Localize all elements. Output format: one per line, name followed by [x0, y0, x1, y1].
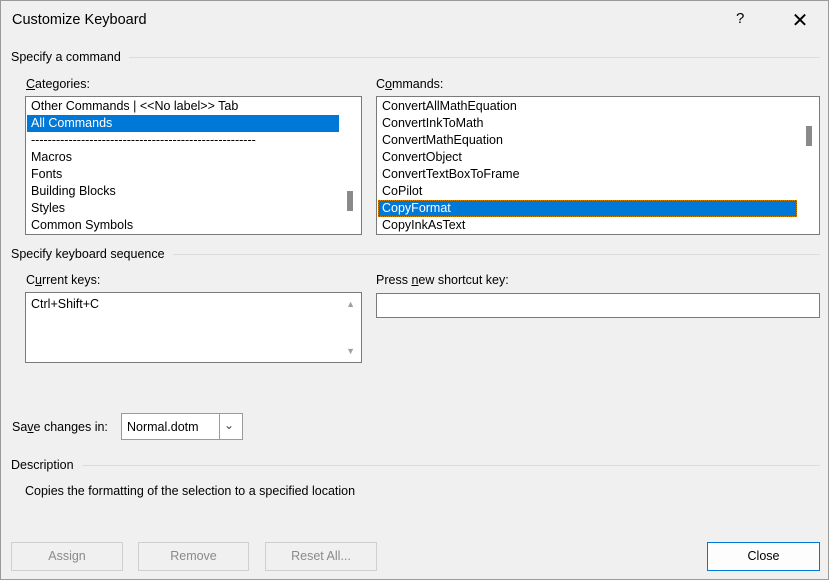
- commands-list-item[interactable]: ConvertObject: [378, 149, 797, 166]
- commands-label: Commands:: [376, 77, 443, 91]
- scroll-up-icon[interactable]: ▲: [346, 299, 355, 309]
- specify-command-group: Specify a command: [11, 50, 820, 64]
- scroll-down-icon[interactable]: ▼: [346, 346, 355, 356]
- current-keys-list[interactable]: Ctrl+Shift+C ▲ ▼: [25, 292, 362, 363]
- keyboard-sequence-group: Specify keyboard sequence: [11, 247, 820, 261]
- group-heading: Specify keyboard sequence: [11, 247, 165, 261]
- categories-list-item[interactable]: Building Blocks: [27, 183, 339, 200]
- new-shortcut-label: Press new shortcut key:: [376, 273, 509, 287]
- assign-button[interactable]: Assign: [11, 542, 123, 571]
- categories-list-item[interactable]: Other Commands | <<No label>> Tab: [27, 98, 339, 115]
- commands-list-item[interactable]: CoPilot: [378, 183, 797, 200]
- categories-list-item[interactable]: Macros: [27, 149, 339, 166]
- save-in-select[interactable]: Normal.dotm ⌄: [121, 413, 243, 440]
- commands-scrollbar-thumb[interactable]: [806, 126, 812, 146]
- categories-label: Categories:: [26, 77, 90, 91]
- description-group: Description: [11, 458, 820, 472]
- categories-list-item[interactable]: Fonts: [27, 166, 339, 183]
- new-shortcut-input[interactable]: [376, 293, 820, 318]
- commands-list-item[interactable]: ConvertInkToMath: [378, 115, 797, 132]
- categories-list-item[interactable]: ----------------------------------------…: [27, 132, 339, 149]
- remove-button[interactable]: Remove: [138, 542, 249, 571]
- group-heading: Description: [11, 458, 74, 472]
- close-button[interactable]: Close: [707, 542, 820, 571]
- close-icon[interactable]: ✕: [790, 8, 810, 33]
- help-button[interactable]: ?: [736, 10, 744, 27]
- commands-list[interactable]: ConvertAllMathEquationConvertInkToMathCo…: [376, 96, 820, 235]
- group-heading: Specify a command: [11, 50, 121, 64]
- current-key-item[interactable]: Ctrl+Shift+C: [26, 293, 361, 311]
- categories-list[interactable]: Other Commands | <<No label>> TabAll Com…: [25, 96, 362, 235]
- categories-list-item[interactable]: All Commands: [27, 115, 339, 132]
- commands-list-item[interactable]: CopyFormat: [378, 200, 797, 217]
- save-in-label: Save changes in:: [12, 420, 108, 434]
- commands-list-item[interactable]: ConvertMathEquation: [378, 132, 797, 149]
- dialog-title: Customize Keyboard: [12, 12, 147, 28]
- commands-list-item[interactable]: ConvertAllMathEquation: [378, 98, 797, 115]
- chevron-down-icon: ⌄: [224, 418, 234, 432]
- categories-scrollbar-thumb[interactable]: [347, 191, 353, 211]
- save-in-value: Normal.dotm: [127, 420, 199, 434]
- current-keys-label: Current keys:: [26, 273, 100, 287]
- reset-all-button[interactable]: Reset All...: [265, 542, 377, 571]
- categories-list-item[interactable]: Common Symbols: [27, 217, 339, 234]
- commands-list-item[interactable]: CopyInkAsText: [378, 217, 797, 234]
- commands-list-item[interactable]: ConvertTextBoxToFrame: [378, 166, 797, 183]
- categories-list-item[interactable]: Styles: [27, 200, 339, 217]
- description-text: Copies the formatting of the selection t…: [25, 484, 355, 498]
